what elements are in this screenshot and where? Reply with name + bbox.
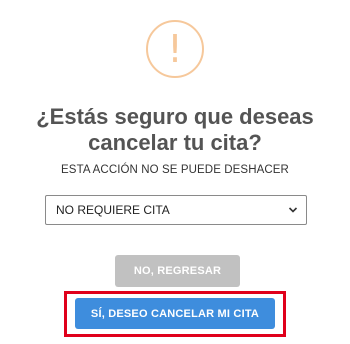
dialog-title-line-2: cancelar tu cita?: [88, 130, 262, 155]
dialog-subtitle: ESTA ACCIÓN NO SE PUEDE DESHACER: [61, 164, 289, 176]
cancel-appointment-dialog: ! ¿Estás seguro que deseas cancelar tu c…: [0, 0, 350, 344]
confirm-cancel-button[interactable]: SÍ, DESEO CANCELAR MI CITA: [75, 298, 275, 329]
dialog-title-line-1: ¿Estás seguro que deseas: [36, 104, 314, 129]
go-back-button[interactable]: NO, REGRESAR: [115, 255, 240, 287]
dialog-title: ¿Estás seguro que deseas cancelar tu cit…: [0, 104, 350, 156]
chevron-down-icon: [288, 207, 298, 213]
cancel-reason-select[interactable]: NO REQUIERE CITA: [45, 195, 307, 225]
exclamation-glyph: !: [167, 27, 183, 71]
cancel-reason-selected-value: NO REQUIERE CITA: [56, 203, 170, 217]
exclamation-icon: !: [146, 20, 204, 78]
